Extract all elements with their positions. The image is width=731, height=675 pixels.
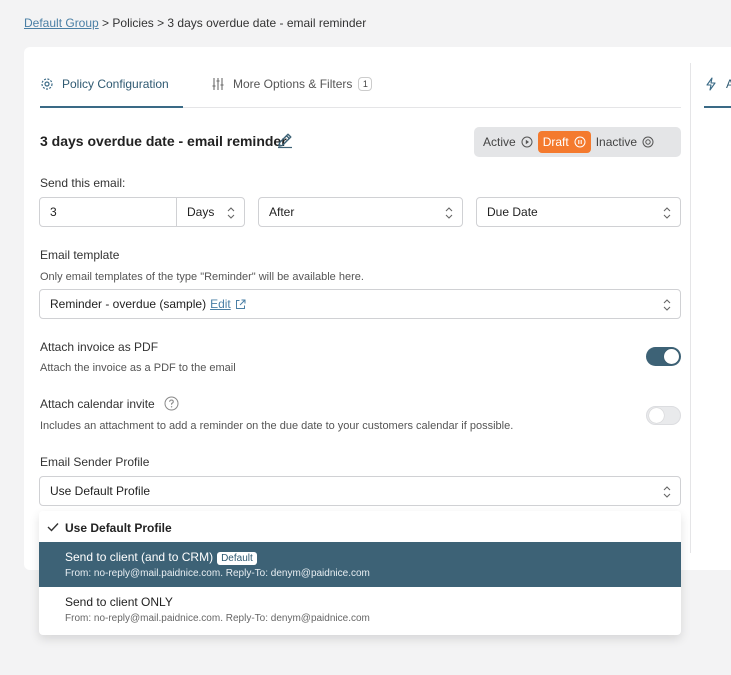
email-template-label: Email template [40, 248, 120, 262]
dropdown-option-default-profile[interactable]: Use Default Profile [39, 511, 681, 542]
dropdown-option-client-and-crm[interactable]: Send to client (and to CRM) Default From:… [39, 542, 681, 587]
chevron-updown-icon [444, 206, 454, 220]
attach-calendar-toggle[interactable] [646, 406, 681, 425]
sender-profile-label: Email Sender Profile [40, 455, 150, 469]
chevron-updown-icon [662, 485, 672, 499]
breadcrumb-default-group-link[interactable]: Default Group [24, 16, 99, 30]
help-circle-icon[interactable] [164, 396, 179, 414]
select-value: Days [187, 205, 215, 219]
lightning-icon [704, 76, 718, 91]
status-label: Draft [542, 135, 569, 149]
dropdown-option-client-only[interactable]: Send to client ONLY From: no-reply@mail.… [39, 587, 681, 633]
send-email-label: Send this email: [40, 176, 126, 190]
edit-template-link[interactable]: Edit [210, 297, 231, 311]
send-unit-select[interactable]: Days [176, 197, 245, 227]
tab-bar: Policy Configuration More Options & Filt… [40, 61, 681, 108]
email-template-select[interactable]: Reminder - overdue (sample) Edit [39, 289, 681, 319]
attach-pdf-toggle[interactable] [646, 347, 681, 366]
toggle-knob [664, 349, 679, 364]
email-template-help: Only email templates of the type "Remind… [40, 271, 364, 283]
breadcrumb-trail: > Policies > 3 days overdue date - email… [98, 16, 367, 30]
play-icon [521, 136, 533, 148]
check-icon [47, 521, 59, 535]
status-toggle-group: Active Draft Inactive [474, 127, 681, 157]
status-active-option[interactable]: Active [478, 131, 538, 153]
option-subtitle: From: no-reply@mail.paidnice.com. Reply-… [65, 568, 370, 579]
status-label: Active [483, 135, 516, 149]
attach-pdf-help: Attach the invoice as a PDF to the email [40, 362, 236, 374]
chevron-updown-icon [662, 206, 672, 220]
gear-icon [40, 77, 54, 91]
tab-right-panel[interactable]: A [704, 61, 731, 108]
toggle-knob [649, 408, 664, 423]
tab-policy-configuration[interactable]: Policy Configuration [40, 61, 183, 108]
title-row: 3 days overdue date - email reminder Act… [40, 127, 681, 157]
status-draft-option[interactable]: Draft [537, 131, 591, 153]
tab-label: More Options & Filters [233, 77, 353, 91]
select-value: After [269, 205, 295, 219]
status-inactive-option[interactable]: Inactive [591, 131, 659, 153]
chevron-updown-icon [226, 206, 236, 220]
attach-calendar-label: Attach calendar invite [40, 397, 155, 411]
select-value: Due Date [487, 205, 538, 219]
send-reference-select[interactable]: Due Date [476, 197, 681, 227]
tab-more-options-filters[interactable]: More Options & Filters 1 [211, 61, 373, 107]
policy-title: 3 days overdue date - email reminder [40, 133, 287, 149]
default-badge: Default [217, 552, 257, 565]
sender-profile-dropdown: Use Default Profile Send to client (and … [39, 511, 681, 635]
send-relation-select[interactable]: After [258, 197, 463, 227]
option-title: Use Default Profile [65, 521, 172, 535]
right-tab-label: A [726, 76, 731, 91]
option-title: Send to client (and to CRM) Default [65, 550, 257, 565]
select-value: Reminder - overdue (sample) [50, 297, 207, 311]
attach-pdf-label: Attach invoice as PDF [40, 340, 159, 354]
edit-title-icon[interactable] [276, 131, 294, 149]
filter-count-badge: 1 [358, 77, 373, 91]
attach-calendar-help: Includes an attachment to add a reminder… [40, 420, 514, 432]
select-value: Use Default Profile [50, 484, 151, 498]
tab-label: Policy Configuration [62, 76, 169, 91]
breadcrumb: Default Group > Policies > 3 days overdu… [24, 16, 366, 30]
chevron-updown-icon [662, 298, 672, 312]
sliders-icon [211, 77, 225, 91]
panel-divider [690, 63, 691, 553]
stop-icon [642, 136, 654, 148]
sender-profile-select[interactable]: Use Default Profile [39, 476, 681, 506]
status-label: Inactive [595, 135, 638, 149]
option-title-text: Send to client (and to CRM) [65, 550, 214, 564]
pause-icon [574, 136, 586, 148]
option-title: Send to client ONLY [65, 595, 173, 609]
option-subtitle: From: no-reply@mail.paidnice.com. Reply-… [65, 613, 370, 624]
external-link-icon[interactable] [235, 299, 246, 310]
send-count-input[interactable]: 3 [39, 197, 177, 227]
